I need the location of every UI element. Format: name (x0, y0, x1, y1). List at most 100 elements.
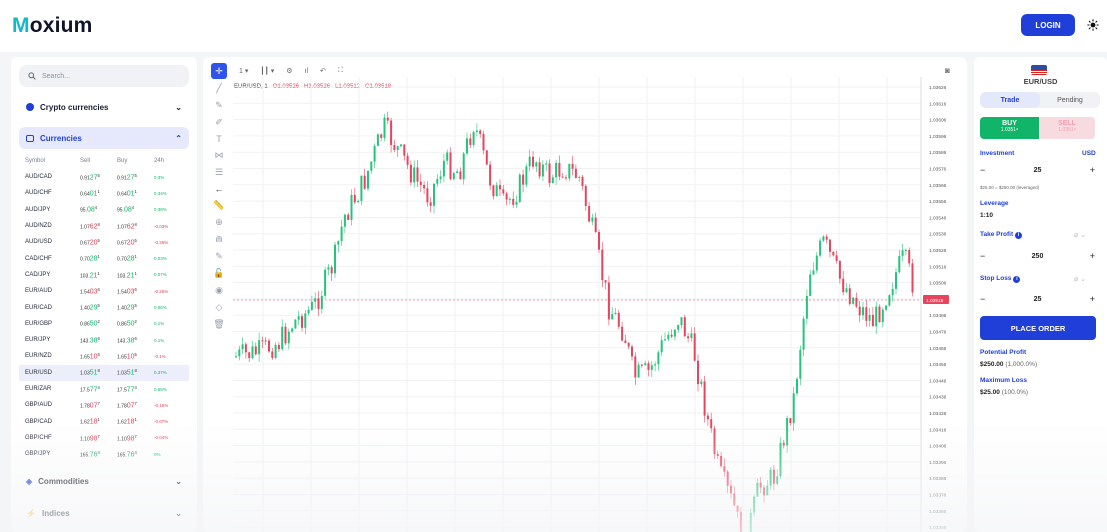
row-buy[interactable]: 1.78077 (117, 401, 154, 410)
login-button[interactable]: LOGIN (1021, 14, 1075, 36)
row-buy[interactable]: 1.40295 (117, 303, 154, 312)
row-sell[interactable]: 1.07628 (80, 222, 117, 231)
row-buy[interactable]: 1.62181 (117, 417, 154, 426)
section-currencies[interactable]: Currencies ⌃ (19, 127, 189, 149)
instrument-row[interactable]: GBP/JPY 165.764 165.764 0% (19, 446, 189, 462)
arrow-left-icon[interactable]: ← (215, 184, 224, 194)
lock-icon[interactable]: 🔓 (213, 268, 224, 279)
instrument-row[interactable]: CAD/JPY 103.211 103.211 0.07% (19, 267, 189, 283)
instrument-row[interactable]: GBP/AUD 1.78077 1.78077 -0.16% (19, 397, 189, 413)
stop-loss-value[interactable]: 25 (1034, 296, 1042, 303)
row-sell[interactable]: 17.5774 (80, 385, 117, 394)
take-profit-stepper[interactable]: − 250 + (980, 247, 1095, 265)
row-sell[interactable]: 0.67205 (80, 238, 117, 247)
candle-type-icon[interactable]: ┃┃ ▾ (260, 67, 274, 75)
layers-icon[interactable]: ◇ (216, 302, 223, 313)
row-sell[interactable]: 1.40295 (80, 303, 117, 312)
plus-icon[interactable]: + (1090, 165, 1095, 175)
row-buy[interactable]: 1.10987 (117, 434, 154, 443)
row-sell[interactable]: 1.62181 (80, 417, 117, 426)
row-sell[interactable]: 1.54036 (80, 287, 117, 296)
row-buy[interactable]: 103.211 (117, 271, 154, 280)
pencil-lock-icon[interactable]: ✎ (215, 251, 223, 262)
crosshair-icon[interactable]: ✛ (211, 63, 227, 79)
search-input[interactable]: Search... (19, 65, 189, 87)
indicators-icon[interactable]: ıl (305, 68, 309, 75)
theme-toggle-icon[interactable] (1083, 14, 1103, 36)
info-icon[interactable]: i (1015, 232, 1023, 239)
row-sell[interactable]: 1.65105 (80, 352, 117, 361)
section-crypto[interactable]: Crypto currencies ⌄ (19, 96, 189, 118)
instrument-row[interactable]: AUD/CHF 0.64011 0.64011 0.34% (19, 185, 189, 201)
buy-button[interactable]: BUY 1.0351⁸ (980, 117, 1039, 139)
instrument-row[interactable]: EUR/NZD 1.65105 1.65105 -0.1% (19, 348, 189, 364)
section-indices[interactable]: ⚡ Indices ⌄ (19, 502, 189, 524)
row-sell[interactable]: 1.78077 (80, 401, 117, 410)
row-sell[interactable]: 0.70281 (80, 254, 117, 263)
instrument-row[interactable]: GBP/CAD 1.62181 1.62181 -0.07% (19, 413, 189, 429)
sell-button[interactable]: SELL 1.0351⁸ (1039, 117, 1095, 139)
magnet-icon[interactable]: ⋒ (215, 234, 223, 245)
instrument-row[interactable]: EUR/CAD 1.40295 1.40295 0.05% (19, 299, 189, 315)
row-sell[interactable]: 165.764 (80, 450, 117, 459)
place-order-button[interactable]: PLACE ORDER (980, 316, 1096, 340)
row-sell[interactable]: 143.386 (80, 336, 117, 345)
row-sell[interactable]: 95.084 (80, 205, 117, 214)
minus-icon[interactable]: − (980, 294, 985, 304)
row-sell[interactable]: 1.03518 (80, 368, 117, 377)
text-icon[interactable]: T (216, 134, 222, 144)
plus-icon[interactable]: + (1090, 251, 1095, 261)
stop-loss-stepper[interactable]: − 25 + (980, 290, 1095, 308)
eye-icon[interactable]: ◉ (215, 285, 223, 296)
fullscreen-icon[interactable]: ⛶ (338, 67, 343, 75)
row-sell[interactable]: 1.10987 (80, 434, 117, 443)
row-buy[interactable]: 1.65105 (117, 352, 154, 361)
row-buy[interactable]: 0.86502 (117, 319, 154, 328)
row-buy[interactable]: 0.67205 (117, 238, 154, 247)
camera-icon[interactable]: ◙ (945, 66, 950, 75)
row-sell[interactable]: 103.211 (80, 271, 117, 280)
section-commodities[interactable]: ◈ Commodities ⌄ (19, 470, 189, 492)
info-icon[interactable]: i (1013, 276, 1021, 283)
tab-pending[interactable]: Pending (1040, 92, 1100, 108)
undo-icon[interactable]: ↶ (320, 67, 326, 75)
interval-select[interactable]: 1 ▾ (239, 67, 248, 75)
row-buy[interactable]: 1.07628 (117, 222, 154, 231)
minus-icon[interactable]: − (980, 165, 985, 175)
toggle-icon[interactable]: ⌀ ⌄ (1074, 231, 1086, 239)
take-profit-value[interactable]: 250 (1032, 253, 1044, 260)
row-buy[interactable]: 0.91275 (117, 173, 154, 182)
pattern-icon[interactable]: ⋈ (215, 150, 224, 161)
instrument-row[interactable]: CAD/CHF 0.70281 0.70281 0.03% (19, 250, 189, 266)
tab-trade[interactable]: Trade (980, 92, 1040, 108)
zoom-icon[interactable]: ⊕ (215, 217, 223, 228)
row-buy[interactable]: 95.084 (117, 205, 154, 214)
trend-line-icon[interactable]: ╱ (216, 83, 221, 94)
row-buy[interactable]: 1.54036 (117, 287, 154, 296)
instrument-row[interactable]: EUR/AUD 1.54036 1.54036 -0.26% (19, 283, 189, 299)
row-buy[interactable]: 0.64011 (117, 189, 154, 198)
row-sell[interactable]: 0.86502 (80, 319, 117, 328)
row-sell[interactable]: 0.64011 (80, 189, 117, 198)
instrument-row[interactable]: AUD/JPY 95.084 95.084 0.38% (19, 202, 189, 218)
row-sell[interactable]: 0.91275 (80, 173, 117, 182)
instrument-row[interactable]: EUR/ZAR 17.5774 17.5774 0.55% (19, 381, 189, 397)
investment-value[interactable]: 25 (1034, 167, 1042, 174)
instrument-row[interactable]: AUD/USD 0.67205 0.67205 -0.26% (19, 234, 189, 250)
row-buy[interactable]: 1.03518 (117, 368, 154, 377)
instrument-row[interactable]: EUR/USD 1.03518 1.03518 0.37% (19, 364, 189, 381)
settings-icon[interactable]: ⚙ (286, 67, 292, 75)
investment-stepper[interactable]: − 25 + (980, 161, 1095, 179)
candlestick-chart[interactable]: 1.03626 1.03616 1.03606 1.03596 1.03586 1.035… (233, 77, 963, 532)
brush-icon[interactable]: ✎ (215, 100, 223, 111)
instrument-row[interactable]: AUD/CAD 0.91275 0.91275 0.3% (19, 169, 189, 185)
instrument-row[interactable]: EUR/GBP 0.86502 0.86502 0.1% (19, 316, 189, 332)
row-buy[interactable]: 143.386 (117, 336, 154, 345)
minus-icon[interactable]: − (980, 251, 985, 261)
row-buy[interactable]: 0.70281 (117, 254, 154, 263)
toggle-icon[interactable]: ⌀ ⌄ (1074, 275, 1086, 283)
ruler-icon[interactable]: 📏 (213, 200, 224, 211)
trash-icon[interactable]: 🗑 (213, 319, 224, 330)
row-buy[interactable]: 165.764 (117, 450, 154, 459)
row-buy[interactable]: 17.5774 (117, 385, 154, 394)
